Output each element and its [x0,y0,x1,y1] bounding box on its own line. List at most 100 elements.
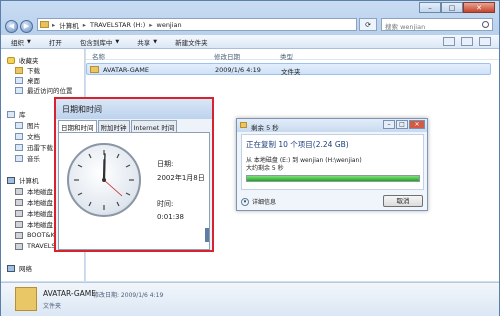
sidebar-item-music[interactable]: 音乐 [15,153,40,163]
refresh-button[interactable]: ⟳ [359,18,377,31]
sidebar-item-disk-1[interactable]: 本地磁盘 [15,186,53,196]
recent-icon [15,86,23,94]
breadcrumb-computer[interactable]: 计算机 [59,20,79,30]
sidebar-item-network[interactable]: 网络 [7,263,32,273]
cancel-button[interactable]: 取消 [383,195,423,207]
file-type: 文件夹 [281,68,301,76]
date-value: 2002年1月8日 [157,174,205,182]
chevron-down-icon: ▾ [241,197,249,206]
clock-face [74,150,134,210]
maximize-button[interactable]: □ [441,2,463,13]
sidebar-item-computer[interactable]: 计算机 [7,175,39,185]
preview-pane-icon[interactable] [461,37,473,46]
new-folder-button[interactable]: 新建文件夹 [175,37,208,47]
share-button[interactable]: 共享 ▼ [137,37,157,47]
drive-icon [15,198,23,206]
copy-progress-dialog: 剩余 5 秒 – □ ✕ 正在复制 10 个项目(2.24 GB) 从 本地磁盘… [236,118,428,211]
clock-icon [67,143,141,217]
progress-fill [247,176,419,181]
drive-icon [15,209,23,217]
maximize-button[interactable]: □ [396,120,408,129]
column-modified[interactable]: 修改日期 [214,51,240,61]
tab-additional-clocks[interactable]: 附加时钟 [97,120,130,132]
sidebar-item-pictures[interactable]: 图片 [15,120,40,130]
breadcrumb-folder[interactable]: wenjian [157,21,182,29]
sidebar-item-recent[interactable]: 最近访问的位置 [15,85,73,95]
drive-icon [15,187,23,195]
details-date: 修改日期: 2009/1/6 4:19 [93,292,164,299]
window-controls: – □ ✕ [419,2,495,13]
folder-icon [15,287,37,311]
datetime-dialog: 日期和时间 日期和时间 附加时钟 Internet 时间 日期: 2002年1月… [54,97,214,252]
sidebar-item-downloads[interactable]: 下载 [15,65,40,75]
date-label: 日期: [157,160,174,168]
sidebar-item-boot[interactable]: BOOT&K [15,230,55,240]
sidebar-item-disk-4[interactable]: 本地磁盘 [15,219,53,229]
drive-icon [15,220,23,228]
organize-button[interactable]: 组织 ▼ [11,37,31,47]
address-bar[interactable]: ▸ 计算机 ▸ TRAVELSTAR (H:) ▸ wenjian [37,18,357,31]
sidebar-item-documents[interactable]: 文档 [15,131,40,141]
copy-dialog-title: 剩余 5 秒 [251,124,279,132]
copy-time-remaining: 大约剩余 5 秒 [246,165,284,172]
search-input[interactable]: 搜索 wenjian [381,18,493,31]
music-icon [15,154,23,162]
column-type[interactable]: 类型 [280,51,293,61]
copy-dialog-body: 正在复制 10 个项目(2.24 GB) 从 本地磁盘 (E:) 到 wenji… [241,134,424,190]
more-details-toggle[interactable]: ▾ 详细信息 [241,197,276,206]
network-icon [7,264,15,272]
file-modified: 2009/1/6 4:19 [215,66,261,74]
file-name: AVATAR-GAME [103,66,149,74]
navigation-row: ◀ ▶ ▸ 计算机 ▸ TRAVELSTAR (H:) ▸ wenjian ⟳ … [5,18,495,34]
help-icon[interactable] [479,37,491,46]
column-name[interactable]: 名称 [92,51,105,61]
datetime-tabs: 日期和时间 附加时钟 Internet 时间 [58,120,210,133]
computer-icon [7,176,15,184]
window-chrome: – □ ✕ ◀ ▶ ▸ 计算机 ▸ TRAVELSTAR (H:) ▸ wenj… [1,1,499,35]
sidebar-item-library[interactable]: 库 [7,109,26,119]
library-icon [7,110,15,118]
copy-progress-bar [246,175,420,182]
sidebar-item-desktop[interactable]: 桌面 [15,75,40,85]
time-label: 时间: [157,200,174,208]
time-value: 0:01:38 [157,213,184,221]
desktop-icon [15,76,23,84]
file-row[interactable]: AVATAR-GAME 2009/1/6 4:19 文件夹 [86,63,491,76]
breadcrumb-separator: ▸ [149,20,153,29]
chevron-down-icon: ▼ [153,38,158,45]
sidebar-item-disk-2[interactable]: 本地磁盘 [15,197,53,207]
command-bar: 组织 ▼ 打开 包含到库中 ▼ 共享 ▼ 新建文件夹 [1,35,499,49]
star-icon [7,56,15,64]
drive-icon [15,242,23,250]
chevron-down-icon: ▼ [27,38,31,45]
folder-icon [15,66,23,74]
minimize-button[interactable]: – [419,2,441,13]
forward-button[interactable]: ▶ [20,19,33,33]
minimize-button[interactable]: – [383,120,395,129]
sidebar-item-favorites[interactable]: 收藏夹 [7,55,39,65]
drive-icon [15,231,23,239]
include-library-button[interactable]: 包含到库中 ▼ [80,37,119,47]
details-name: AVATAR-GAME [43,289,97,298]
column-headers: 名称 修改日期 类型 [86,49,499,61]
datetime-panel: 日期: 2002年1月8日 时间: 0:01:38 [58,132,210,250]
details-type: 文件夹 [43,303,62,310]
search-placeholder: 搜索 wenjian [385,23,426,31]
view-options-icon[interactable] [443,37,455,46]
details-pane: AVATAR-GAME 修改日期: 2009/1/6 4:19 文件夹 [1,282,499,316]
breadcrumb-separator: ▸ [52,20,56,29]
copy-dialog-titlebar: 剩余 5 秒 – □ ✕ [237,119,427,132]
sidebar-item-thunder[interactable]: 迅雷下载 [15,142,53,152]
close-button[interactable]: ✕ [409,120,425,129]
breadcrumb-drive[interactable]: TRAVELSTAR (H:) [90,21,145,29]
open-button[interactable]: 打开 [49,37,62,47]
chevron-down-icon: ▼ [115,38,120,45]
folder-icon [90,66,99,73]
sidebar-item-disk-3[interactable]: 本地磁盘 [15,208,53,218]
tab-internet-time[interactable]: Internet 时间 [130,120,178,132]
change-button-edge[interactable] [205,228,209,242]
back-button[interactable]: ◀ [5,19,18,33]
datetime-dialog-title: 日期和时间 [56,99,212,119]
pictures-icon [15,121,23,129]
close-button[interactable]: ✕ [463,2,495,13]
